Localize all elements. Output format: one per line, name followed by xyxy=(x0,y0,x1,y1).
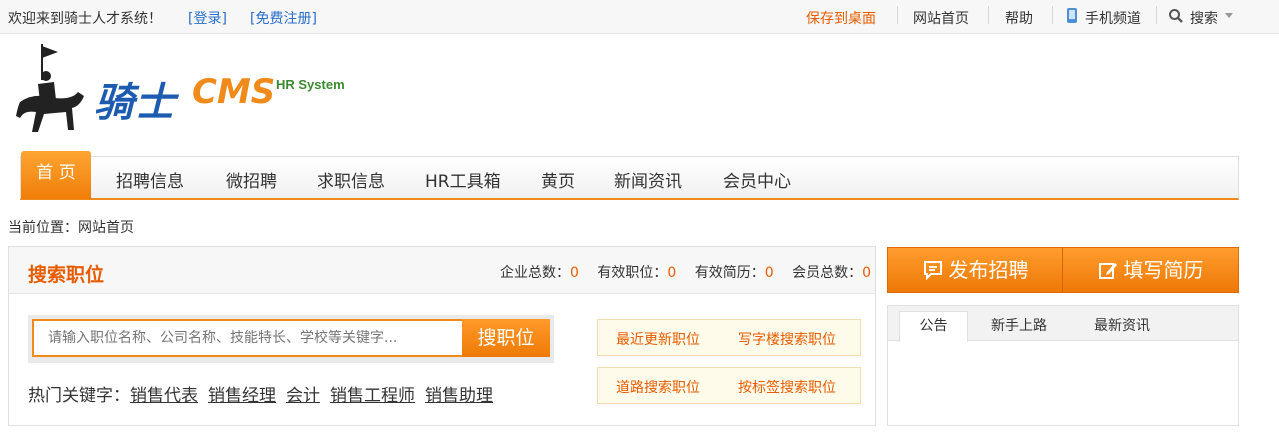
fill-resume-button[interactable]: 填写简历 xyxy=(1063,248,1238,292)
tab-latest-news[interactable]: 最新资讯 xyxy=(1094,315,1150,335)
chat-bubble-icon xyxy=(923,261,942,281)
job-search-panel: 搜索职位 企业总数：0 有效职位：0 有效简历：0 会员总数：0 搜职位 热门关… xyxy=(8,246,876,426)
stat-label: 有效职位： xyxy=(597,265,668,281)
mobile-channel-link[interactable]: 手机频道 xyxy=(1085,8,1141,28)
nav-item-micro-jobs[interactable]: 微招聘 xyxy=(226,167,277,192)
stat-label: 会员总数： xyxy=(792,265,863,281)
hot-keyword[interactable]: 销售助理 xyxy=(425,386,493,406)
hot-keyword[interactable]: 会计 xyxy=(286,386,320,406)
hot-keyword[interactable]: 销售工程师 xyxy=(330,386,415,406)
hot-keyword[interactable]: 销售经理 xyxy=(208,386,276,406)
tab-beginner-guide[interactable]: 新手上路 xyxy=(991,315,1047,335)
quick-search-box: 最近更新职位 写字楼搜索职位 xyxy=(597,319,861,356)
nav-item-yellow-pages[interactable]: 黄页 xyxy=(541,167,575,192)
quick-link-tag-jobs[interactable]: 按标签搜索职位 xyxy=(738,377,836,397)
stat-label: 企业总数： xyxy=(499,265,570,281)
nav-item-jobs[interactable]: 招聘信息 xyxy=(116,167,184,192)
quick-link-road-jobs[interactable]: 道路搜索职位 xyxy=(616,377,700,397)
quick-search-box: 道路搜索职位 按标签搜索职位 xyxy=(597,367,861,404)
notice-tabs: 公告 新手上路 最新资讯 xyxy=(888,306,1238,342)
knight-logo-icon xyxy=(16,44,84,132)
nav-item-news[interactable]: 新闻资讯 xyxy=(614,167,682,192)
notice-panel: 公告 新手上路 最新资讯 xyxy=(887,305,1239,426)
hot-keywords: 热门关键字：销售代表 销售经理 会计 销售工程师 销售助理 xyxy=(28,381,503,406)
breadcrumb: 当前位置：网站首页 xyxy=(8,220,134,236)
welcome-text: 欢迎来到骑士人才系统！ xyxy=(8,11,162,27)
quick-link-recent-jobs[interactable]: 最近更新职位 xyxy=(616,329,700,349)
search-box: 搜职位 xyxy=(28,315,554,363)
tab-announcement[interactable]: 公告 xyxy=(899,311,968,342)
nav-item-resumes[interactable]: 求职信息 xyxy=(317,167,385,192)
login-link[interactable]: [登录] xyxy=(188,8,227,28)
help-link[interactable]: 帮助 xyxy=(1005,8,1033,28)
stat-value: 0 xyxy=(667,265,677,281)
search-dropdown[interactable]: 搜索 xyxy=(1190,8,1218,28)
publish-job-button[interactable]: 发布招聘 xyxy=(888,248,1063,292)
fill-resume-label: 填写简历 xyxy=(1123,258,1204,282)
quick-link-office-jobs[interactable]: 写字楼搜索职位 xyxy=(738,329,836,349)
brand-name: 骑士 xyxy=(94,80,176,126)
main-nav: 首 页 招聘信息 微招聘 求职信息 HR工具箱 黄页 新闻资讯 会员中心 xyxy=(20,151,1239,200)
search-jobs-button[interactable]: 搜职位 xyxy=(462,319,550,357)
site-stats: 企业总数：0 有效职位：0 有效简历：0 会员总数：0 xyxy=(500,262,871,282)
stat-label: 有效简历： xyxy=(694,265,765,281)
stat-value: 0 xyxy=(764,265,774,281)
save-to-desktop-link[interactable]: 保存到桌面 xyxy=(806,8,876,28)
divider xyxy=(988,6,989,24)
divider xyxy=(897,6,898,24)
job-search-input[interactable] xyxy=(32,319,462,357)
divider xyxy=(1052,6,1053,24)
register-link[interactable]: [免费注册] xyxy=(250,8,317,28)
edit-icon xyxy=(1098,263,1117,279)
nav-item-home[interactable]: 首 页 xyxy=(21,151,91,199)
panel-header: 搜索职位 企业总数：0 有效职位：0 有效简历：0 会员总数：0 xyxy=(9,247,875,294)
stat-value: 0 xyxy=(569,265,579,281)
mobile-phone-icon xyxy=(1067,8,1077,23)
nav-item-member-center[interactable]: 会员中心 xyxy=(723,167,791,192)
hot-keyword[interactable]: 销售代表 xyxy=(130,386,198,406)
top-bar: 欢迎来到骑士人才系统！ [登录] [免费注册] 保存到桌面 网站首页 帮助 手机… xyxy=(0,0,1279,34)
panel-title: 搜索职位 xyxy=(28,264,105,286)
divider xyxy=(1156,6,1157,24)
brand-tagline: HR System xyxy=(276,77,345,92)
action-buttons: 发布招聘 填写简历 xyxy=(887,247,1239,293)
publish-job-label: 发布招聘 xyxy=(948,258,1029,282)
nav-item-hr-tools[interactable]: HR工具箱 xyxy=(425,167,501,192)
home-link[interactable]: 网站首页 xyxy=(913,8,969,28)
brand-cms: CMS xyxy=(192,72,276,112)
stat-value: 0 xyxy=(862,265,871,281)
search-icon xyxy=(1169,9,1183,23)
site-logo[interactable]: 骑士 CMS HR System xyxy=(14,42,354,138)
hot-keywords-label: 热门关键字： xyxy=(28,386,130,406)
dropdown-arrow-icon xyxy=(1225,13,1233,18)
